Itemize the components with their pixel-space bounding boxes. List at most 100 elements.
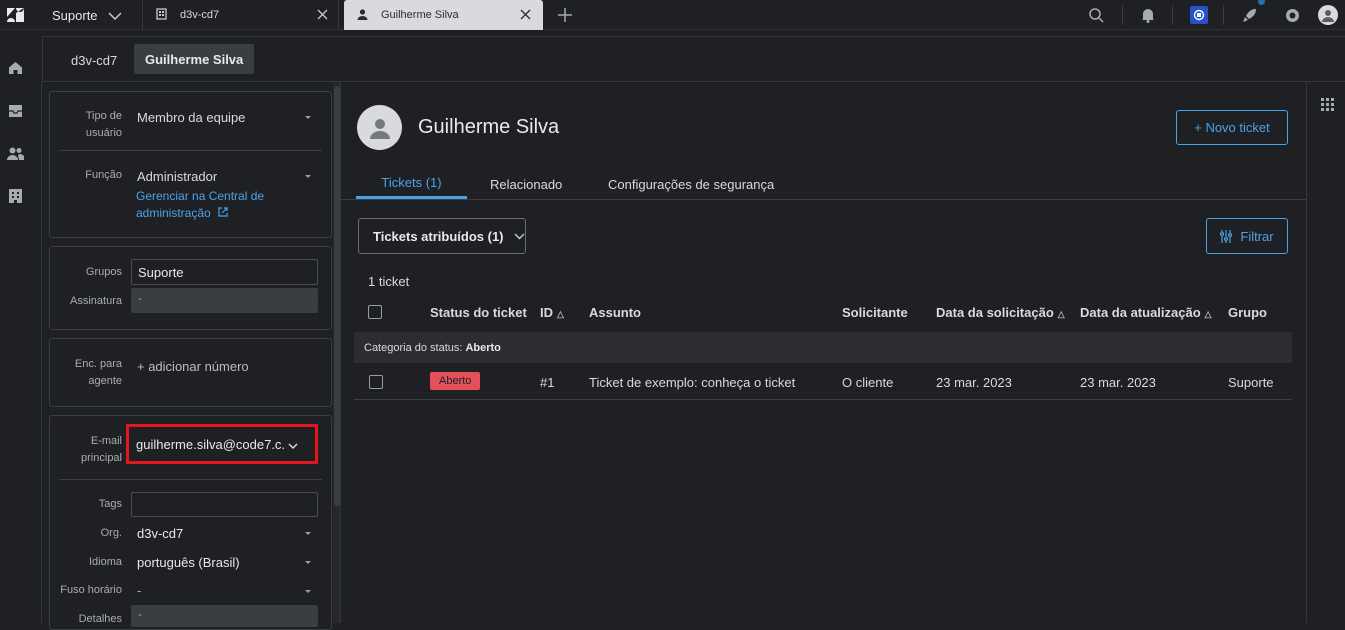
role-select[interactable]: Administrador bbox=[137, 169, 217, 184]
caret-down-icon bbox=[305, 561, 311, 564]
close-icon[interactable] bbox=[317, 8, 328, 23]
user-icon bbox=[357, 8, 368, 23]
subtab-user[interactable]: Guilherme Silva bbox=[134, 44, 255, 74]
help-icon[interactable] bbox=[1283, 6, 1301, 24]
filter-sliders-icon bbox=[1220, 229, 1233, 243]
column-group[interactable]: Grupo bbox=[1228, 305, 1267, 320]
right-rail bbox=[1306, 82, 1345, 623]
admin-center-link[interactable]: Gerenciar na Central de administração bbox=[136, 188, 306, 222]
subtab-organization[interactable]: d3v-cd7 bbox=[61, 46, 127, 74]
tags-input[interactable] bbox=[131, 492, 318, 517]
chevron-down-icon[interactable] bbox=[288, 438, 298, 453]
details-value: - bbox=[138, 609, 142, 621]
sort-icon: △ bbox=[1204, 309, 1212, 319]
ticket-requester: O cliente bbox=[842, 375, 894, 390]
users-icon[interactable] bbox=[6, 145, 25, 162]
top-bar: Suporte d3v-cd7 Guilherme Silva bbox=[0, 0, 1345, 30]
ticket-id[interactable]: #1 bbox=[540, 375, 554, 390]
filter-label: Filtrar bbox=[1240, 228, 1274, 244]
ticket-count: 1 ticket bbox=[368, 274, 410, 289]
tags-label: Tags bbox=[98, 498, 122, 510]
caret-down-icon bbox=[305, 532, 311, 535]
ticket-view-select[interactable]: Tickets atribuídos (1) bbox=[358, 218, 526, 254]
status-group-row: Categoria do status: Aberto bbox=[354, 332, 1292, 363]
ticket-updated-date: 23 mar. 2023 bbox=[1080, 375, 1156, 390]
groups-input[interactable]: Suporte bbox=[131, 259, 318, 285]
timezone-select[interactable]: - bbox=[137, 583, 141, 598]
signature-label: Assinatura bbox=[70, 295, 122, 307]
tab-user[interactable]: Guilherme Silva bbox=[344, 0, 543, 30]
home-icon[interactable] bbox=[7, 59, 24, 76]
tab-security-settings[interactable]: Configurações de segurança bbox=[608, 169, 774, 199]
apps-grid-icon[interactable] bbox=[1320, 97, 1334, 111]
caret-down-icon bbox=[305, 116, 311, 119]
role-label: Função bbox=[85, 169, 122, 181]
chevron-down-icon bbox=[514, 233, 525, 239]
zendesk-logo-icon[interactable] bbox=[6, 7, 26, 23]
ticket-subject[interactable]: Ticket de exemplo: conheça o ticket bbox=[589, 375, 795, 390]
new-ticket-label: + Novo ticket bbox=[1194, 120, 1270, 135]
admin-center-link-text: Gerenciar na Central de administração bbox=[136, 189, 265, 220]
new-ticket-button[interactable]: + Novo ticket bbox=[1176, 110, 1288, 145]
details-input[interactable]: - bbox=[131, 605, 318, 627]
app-icon[interactable] bbox=[1190, 6, 1208, 24]
column-label: Data da solicitação bbox=[936, 305, 1054, 320]
external-link-icon bbox=[218, 207, 228, 217]
user-type-select[interactable]: Membro da equipe bbox=[137, 110, 245, 125]
inbox-icon[interactable] bbox=[7, 102, 24, 119]
column-label: Data da atualização bbox=[1080, 305, 1201, 320]
signature-value: - bbox=[138, 293, 142, 305]
organization-icon[interactable] bbox=[7, 187, 24, 204]
filter-button[interactable]: Filtrar bbox=[1206, 218, 1288, 254]
tab-related[interactable]: Relacionado bbox=[490, 169, 562, 199]
column-requester[interactable]: Solicitante bbox=[842, 305, 908, 320]
search-icon[interactable] bbox=[1087, 6, 1105, 24]
column-requested-date[interactable]: Data da solicitação △ bbox=[936, 305, 1065, 320]
left-nav bbox=[0, 30, 30, 623]
tab-label: d3v-cd7 bbox=[180, 9, 220, 21]
divider bbox=[59, 150, 322, 151]
signature-input[interactable]: - bbox=[131, 288, 318, 313]
close-icon[interactable] bbox=[520, 8, 531, 23]
groups-label: Grupos bbox=[85, 266, 122, 278]
column-subject[interactable]: Assunto bbox=[589, 305, 641, 320]
add-tab-icon[interactable] bbox=[556, 6, 574, 24]
caret-down-icon bbox=[305, 175, 311, 178]
timezone-label: Fuso horário bbox=[60, 584, 122, 596]
avatar-icon[interactable] bbox=[1318, 5, 1338, 25]
bell-icon[interactable] bbox=[1139, 6, 1157, 24]
column-updated-date[interactable]: Data da atualização △ bbox=[1080, 305, 1212, 320]
status-badge-label: Aberto bbox=[439, 375, 472, 387]
tab-label: Configurações de segurança bbox=[608, 176, 775, 192]
rocket-icon[interactable] bbox=[1240, 6, 1258, 24]
org-select[interactable]: d3v-cd7 bbox=[137, 526, 183, 541]
notification-dot bbox=[1258, 0, 1265, 5]
tab-tickets[interactable]: Tickets (1) bbox=[356, 169, 467, 199]
sort-icon: △ bbox=[557, 309, 564, 319]
tab-organization[interactable]: d3v-cd7 bbox=[142, 0, 339, 30]
ticket-group: Suporte bbox=[1228, 375, 1274, 390]
row-checkbox[interactable] bbox=[369, 375, 383, 389]
subtab-label: d3v-cd7 bbox=[71, 52, 118, 68]
tab-label: Relacionado bbox=[490, 176, 563, 192]
language-select[interactable]: português (Brasil) bbox=[137, 555, 240, 570]
add-number-button[interactable]: + adicionar número bbox=[137, 359, 249, 374]
group-prefix: Categoria do status: bbox=[364, 341, 463, 354]
primary-email-label: E-mail principal bbox=[81, 435, 122, 464]
group-value: Aberto bbox=[465, 341, 501, 354]
agent-forwarding-label: Enc. para agente bbox=[74, 358, 122, 387]
sort-icon: △ bbox=[1057, 309, 1065, 319]
tab-label: Tickets (1) bbox=[381, 175, 442, 190]
column-id[interactable]: ID △ bbox=[540, 305, 564, 320]
ticket-view-label: Tickets atribuídos (1) bbox=[373, 228, 504, 244]
tab-label: Guilherme Silva bbox=[381, 9, 459, 21]
groups-value: Suporte bbox=[138, 265, 184, 280]
profile-name: Guilherme Silva bbox=[418, 116, 560, 138]
select-all-checkbox[interactable] bbox=[368, 305, 382, 319]
details-label: Detalhes bbox=[78, 613, 122, 625]
divider bbox=[59, 479, 322, 480]
workspace-selector[interactable]: Suporte bbox=[52, 0, 122, 30]
language-label: Idioma bbox=[88, 556, 122, 568]
primary-email-select[interactable]: guilherme.silva@code7.c... bbox=[136, 437, 286, 452]
column-status[interactable]: Status do ticket bbox=[430, 305, 527, 320]
